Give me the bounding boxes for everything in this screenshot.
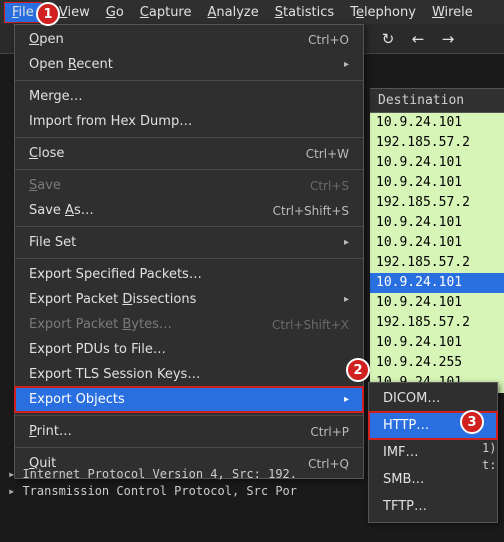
chevron-right-icon: ▸ xyxy=(344,237,349,248)
menu-item-export-objects[interactable]: Export Objects▸ xyxy=(15,387,363,412)
menu-item-export-tls-session-keys[interactable]: Export TLS Session Keys… xyxy=(15,362,363,387)
file-menu: OpenCtrl+OOpen Recent▸ Merge…Import from … xyxy=(14,24,364,479)
table-row[interactable]: 192.185.57.2 xyxy=(370,193,504,213)
menu-item-file-set[interactable]: File Set▸ xyxy=(15,230,363,255)
menu-capture[interactable]: Capture xyxy=(132,2,200,23)
table-row[interactable]: 10.9.24.101 xyxy=(370,153,504,173)
separator xyxy=(15,415,363,416)
separator xyxy=(15,169,363,170)
menu-statistics[interactable]: Statistics xyxy=(267,2,342,23)
menu-item-save: SaveCtrl+S xyxy=(15,173,363,198)
separator xyxy=(15,226,363,227)
callout-badge-1: 1 xyxy=(36,2,60,26)
menu-item-export-packet-dissections[interactable]: Export Packet Dissections▸ xyxy=(15,287,363,312)
back-icon[interactable]: ← xyxy=(410,30,426,48)
table-row[interactable]: 10.9.24.101 xyxy=(370,173,504,193)
table-row[interactable]: 10.9.24.101 xyxy=(370,233,504,253)
menu-telephony[interactable]: Telephony xyxy=(342,2,424,23)
detail-line[interactable]: Internet Protocol Version 4, Src: 192. xyxy=(8,466,496,483)
column-header-destination[interactable]: Destination xyxy=(370,88,504,113)
packet-details[interactable]: Internet Protocol Version 4, Src: 192.Tr… xyxy=(2,462,502,504)
table-row[interactable]: 10.9.24.101 xyxy=(370,333,504,353)
menu-item-import-from-hex-dump[interactable]: Import from Hex Dump… xyxy=(15,109,363,134)
menu-item-export-specified-packets[interactable]: Export Specified Packets… xyxy=(15,262,363,287)
menu-analyze[interactable]: Analyze xyxy=(200,2,267,23)
chevron-right-icon: ▸ xyxy=(344,394,349,405)
table-row[interactable]: 192.185.57.2 xyxy=(370,253,504,273)
separator xyxy=(15,447,363,448)
menu-item-print[interactable]: Print…Ctrl+P xyxy=(15,419,363,444)
menu-item-close[interactable]: CloseCtrl+W xyxy=(15,141,363,166)
forward-icon[interactable]: → xyxy=(440,30,456,48)
menu-item-open[interactable]: OpenCtrl+O xyxy=(15,27,363,52)
refresh-icon[interactable]: ↻ xyxy=(380,30,396,48)
menubar: FiletViewGoCaptureAnalyzeStatisticsTelep… xyxy=(0,0,504,24)
detail-line[interactable]: Transmission Control Protocol, Src Por xyxy=(8,483,496,500)
callout-badge-3: 3 xyxy=(460,410,484,434)
table-row[interactable]: 10.9.24.101 xyxy=(370,273,504,293)
chevron-right-icon: ▸ xyxy=(344,59,349,70)
menu-item-save-as[interactable]: Save As…Ctrl+Shift+S xyxy=(15,198,363,223)
table-row[interactable]: 192.185.57.2 xyxy=(370,133,504,153)
menu-item-merge[interactable]: Merge… xyxy=(15,84,363,109)
menu-go[interactable]: Go xyxy=(98,2,132,23)
packet-table[interactable]: Destination 10.9.24.101192.185.57.210.9.… xyxy=(370,88,504,393)
table-row[interactable]: 10.9.24.101 xyxy=(370,213,504,233)
table-row[interactable]: 10.9.24.101 xyxy=(370,293,504,313)
table-row[interactable]: 10.9.24.101 xyxy=(370,113,504,133)
menu-item-open-recent[interactable]: Open Recent▸ xyxy=(15,52,363,77)
menu-item-export-packet-bytes: Export Packet Bytes…Ctrl+Shift+X xyxy=(15,312,363,337)
callout-badge-2: 2 xyxy=(346,358,370,382)
separator xyxy=(15,137,363,138)
table-row[interactable]: 192.185.57.2 xyxy=(370,313,504,333)
separator xyxy=(15,80,363,81)
separator xyxy=(15,258,363,259)
chevron-right-icon: ▸ xyxy=(344,294,349,305)
table-row[interactable]: 10.9.24.255 xyxy=(370,353,504,373)
menu-wirele[interactable]: Wirele xyxy=(424,2,481,23)
menu-item-export-pdus-to-file[interactable]: Export PDUs to File… xyxy=(15,337,363,362)
submenu-item-dicom[interactable]: DICOM… xyxy=(369,385,497,412)
